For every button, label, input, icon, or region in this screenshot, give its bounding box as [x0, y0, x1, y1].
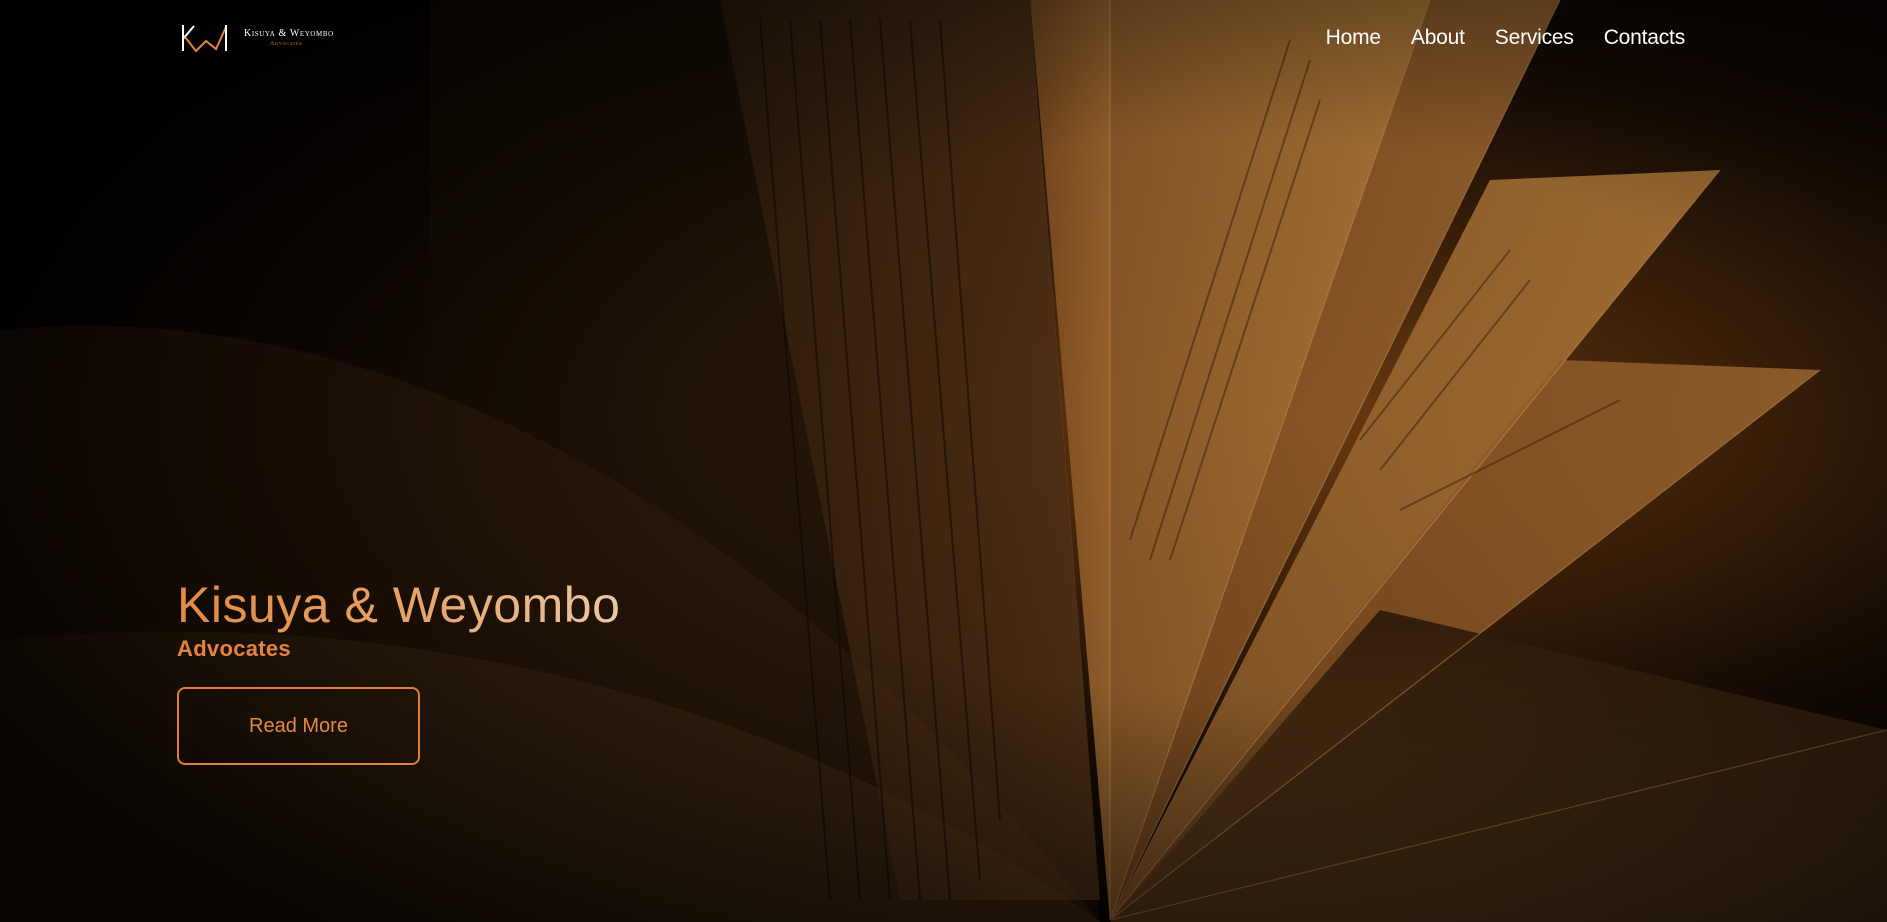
read-more-button[interactable]: Read More: [177, 687, 420, 765]
nav-item-services[interactable]: Services: [1495, 26, 1574, 50]
kw-logo-icon: [182, 25, 227, 53]
nav-item-about[interactable]: About: [1411, 26, 1465, 50]
hero-content: Kisuya & Weyombo Advocates Read More: [177, 575, 620, 765]
hero-background-book-image: [0, 0, 1887, 922]
top-navbar: Kisuya & Weyombo Advocates Home About Se…: [0, 0, 1887, 80]
nav-item-contacts[interactable]: Contacts: [1604, 26, 1685, 50]
brand-logo[interactable]: Kisuya & Weyombo Advocates: [180, 22, 334, 54]
nav-menu: Home About Services Contacts: [1326, 26, 1686, 50]
logo-title: Kisuya & Weyombo: [244, 28, 334, 39]
nav-item-home[interactable]: Home: [1326, 26, 1381, 50]
logo-subtitle: Advocates: [270, 41, 303, 47]
hero-subtitle: Advocates: [177, 636, 291, 661]
hero-title: Kisuya & Weyombo: [177, 577, 621, 633]
hero-section: Kisuya & Weyombo Advocates Home About Se…: [0, 0, 1887, 922]
